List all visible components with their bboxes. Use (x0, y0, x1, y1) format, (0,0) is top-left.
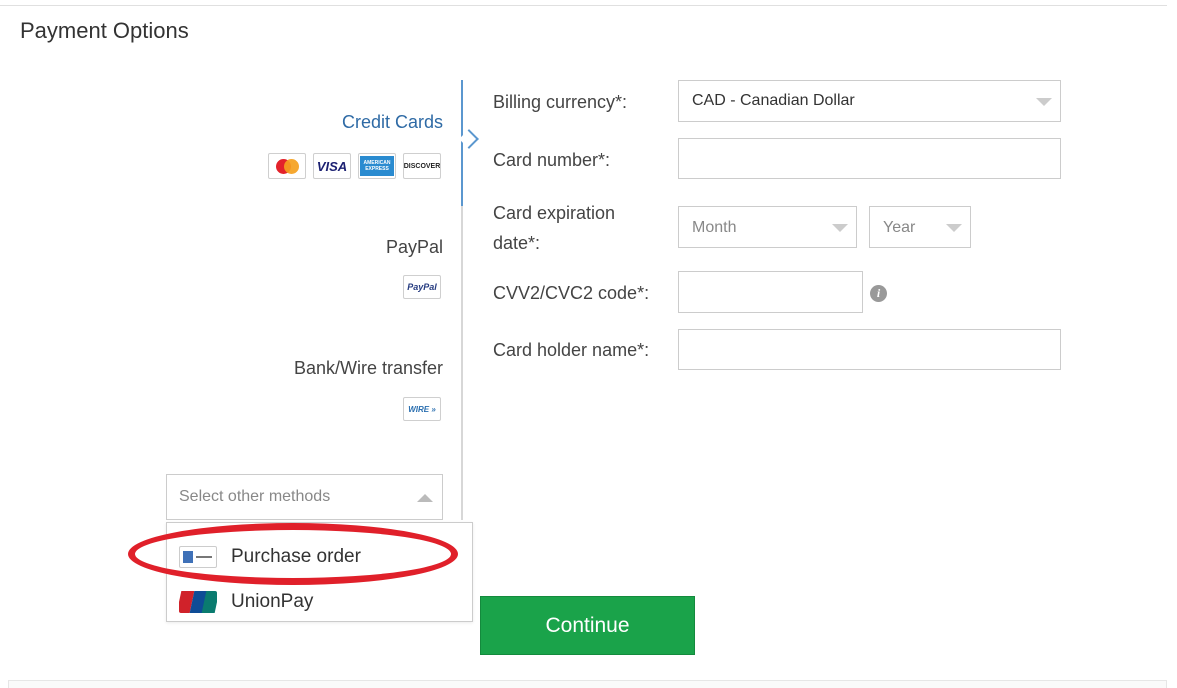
continue-button[interactable]: Continue (480, 596, 695, 655)
expiration-year-select[interactable]: Year (869, 206, 971, 248)
expiration-label-line2: date*: (493, 233, 541, 253)
card-holder-input[interactable] (678, 329, 1061, 370)
chevron-down-icon (832, 224, 848, 232)
card-holder-label: Card holder name*: (493, 340, 650, 360)
cvv-label: CVV2/CVC2 code*: (493, 283, 650, 303)
dropdown-option-unionpay[interactable]: UnionPay (179, 587, 313, 617)
visa-icon: VISA (313, 153, 351, 179)
top-divider (0, 5, 1167, 6)
unionpay-icon (179, 591, 217, 613)
card-number-label: Card number*: (493, 150, 611, 170)
other-methods-dropdown: Purchase order UnionPay (166, 522, 473, 622)
purchase-order-icon (179, 546, 217, 568)
mastercard-icon (268, 153, 306, 179)
method-credit-cards[interactable]: Credit Cards (342, 112, 443, 133)
info-icon[interactable]: i (870, 285, 887, 302)
chevron-down-icon (946, 224, 962, 232)
other-methods-select[interactable]: Select other methods (166, 474, 443, 520)
other-methods-placeholder: Select other methods (179, 488, 331, 505)
bottom-divider (8, 680, 1167, 688)
billing-currency-select[interactable]: CAD - Canadian Dollar (678, 80, 1061, 122)
cvv-input[interactable] (678, 271, 863, 313)
discover-icon: DISCOVER (403, 153, 441, 179)
page-title: Payment Options (20, 18, 189, 43)
dropdown-option-purchase-order[interactable]: Purchase order (179, 542, 361, 572)
expiration-label-line1: Card expiration (493, 203, 616, 223)
expiration-month-select[interactable]: Month (678, 206, 857, 248)
method-bank-wire[interactable]: Bank/Wire transfer (294, 358, 443, 379)
amex-icon: AMERICAN EXPRESS (358, 153, 396, 179)
wire-icon: WIRE » (403, 397, 441, 421)
billing-currency-label: Billing currency*: (493, 92, 628, 112)
method-paypal[interactable]: PayPal (386, 237, 443, 258)
caret-up-icon (417, 494, 433, 502)
card-number-input[interactable] (678, 138, 1061, 179)
chevron-down-icon (1036, 98, 1052, 106)
paypal-icon: PayPal (403, 275, 441, 299)
